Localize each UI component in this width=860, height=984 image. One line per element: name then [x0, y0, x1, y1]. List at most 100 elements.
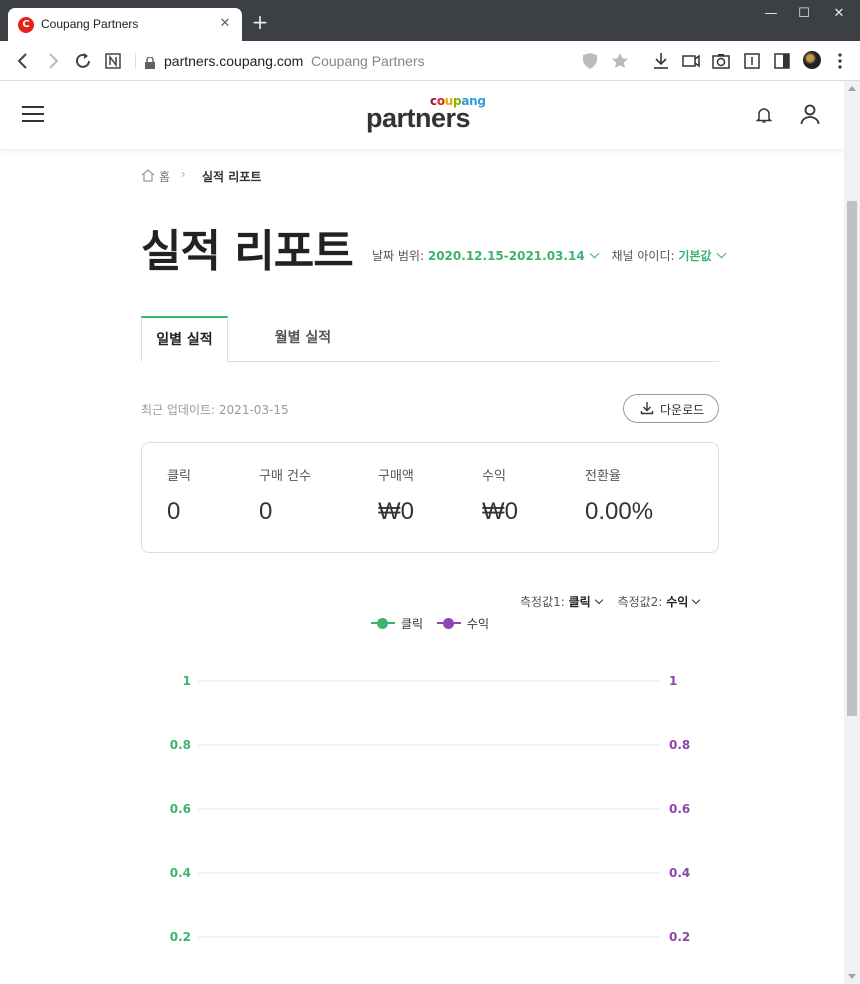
forward-icon[interactable] [42, 50, 64, 72]
legend-label: 수익 [466, 617, 490, 631]
chart-legend: 클릭 수익 [371, 615, 499, 632]
download-button[interactable]: 다운로드 [623, 394, 719, 423]
address-bar-url[interactable]: partners.coupang.com [164, 53, 303, 69]
y-right-tick-label: 0.4 [669, 866, 690, 880]
legend-dot [442, 618, 454, 629]
y-right-tick-label: 0.2 [669, 930, 690, 944]
camera-icon[interactable] [710, 50, 732, 72]
tab-monthly[interactable]: 월별 실적 [258, 316, 348, 362]
stat-value: 0 [167, 498, 181, 525]
metric1-select[interactable]: 측정값1: 클릭 [520, 595, 608, 609]
legend-dot [377, 618, 388, 629]
date-range-label: 날짜 범위: [372, 249, 425, 263]
omnibox-separator [135, 53, 136, 69]
stat-value: ₩0 [482, 498, 518, 525]
y-right-tick-label: 0.8 [669, 738, 690, 752]
site-header: coupang partners [0, 81, 844, 149]
scroll-up-icon[interactable] [848, 86, 856, 91]
home-icon[interactable] [141, 169, 155, 182]
performance-chart: 1 1 0.8 0.8 0.6 0.6 0.4 0.4 0.2 0.2 [170, 674, 691, 944]
legend-item-clicks[interactable]: 클릭 [371, 615, 423, 632]
report-filters: 날짜 범위: 2020.12.15-2021.03.14 채널 아이디: 기본값 [372, 247, 729, 264]
stat-label: 수익 [482, 469, 506, 484]
stat-value: ₩0 [378, 498, 414, 525]
coupang-partners-logo[interactable]: coupang partners [366, 93, 486, 133]
shield-icon[interactable] [579, 50, 601, 72]
legend-item-revenue[interactable]: 수익 [436, 615, 490, 632]
y-left-tick-label: 0.2 [170, 930, 191, 944]
browser-tab-title: Coupang Partners [41, 17, 139, 31]
y-left-tick-label: 1 [183, 674, 191, 688]
metric2-chevron-icon [692, 595, 701, 605]
legend-label: 클릭 [401, 617, 424, 631]
channel-value: 기본값 [678, 249, 712, 263]
profile-avatar[interactable] [803, 51, 821, 69]
stat-label: 구매액 [378, 469, 414, 484]
page-title: 실적 리포트 [141, 226, 354, 277]
address-bar-page-title: Coupang Partners [311, 53, 425, 69]
stat-label: 클릭 [167, 469, 191, 484]
y-right-tick-label: 1 [669, 674, 677, 688]
browser-tab[interactable]: C Coupang Partners ✕ [8, 8, 242, 41]
metric1-label: 측정값1: [520, 595, 565, 609]
metric1-value: 클릭 [568, 595, 591, 609]
hamburger-menu-icon[interactable] [22, 106, 44, 122]
reader-mode-icon[interactable] [741, 50, 763, 72]
stat-label: 전환율 [585, 469, 621, 484]
scroll-down-icon[interactable] [848, 974, 856, 979]
channel-label: 채널 아이디: [611, 249, 675, 263]
download-label: 다운로드 [660, 403, 705, 417]
date-range-value: 2020.12.15-2021.03.14 [427, 249, 585, 263]
coupang-favicon-icon: C [18, 17, 34, 33]
lock-icon[interactable] [145, 54, 155, 69]
stat-purchase-amount: 구매액 ₩0 [378, 465, 414, 526]
naver-icon[interactable] [102, 50, 124, 72]
stat-clicks: 클릭 0 [167, 465, 191, 526]
user-account-icon[interactable] [799, 103, 821, 125]
maximize-icon[interactable]: ☐ [789, 4, 819, 24]
metric2-value: 수익 [666, 595, 689, 609]
stat-conversion-rate: 전환율 0.00% [585, 465, 653, 526]
stat-purchase-count: 구매 건수 0 [259, 465, 311, 526]
back-icon[interactable] [12, 50, 34, 72]
menu-kebab-icon[interactable] [829, 50, 851, 72]
stat-value: 0 [259, 498, 273, 525]
channel-selector[interactable]: 채널 아이디: 기본값 [611, 248, 729, 263]
close-tab-icon[interactable]: ✕ [216, 15, 234, 33]
sidebar-icon[interactable] [771, 50, 793, 72]
channel-chevron-icon [716, 248, 726, 259]
bookmark-star-icon[interactable] [609, 50, 631, 72]
date-range-selector[interactable]: 날짜 범위: 2020.12.15-2021.03.14 [372, 248, 606, 263]
stat-revenue: 수익 ₩0 [482, 465, 518, 526]
breadcrumb-chevron-icon: › [181, 167, 186, 181]
reload-icon[interactable] [72, 50, 94, 72]
browser-tabbar: C Coupang Partners ✕ + — ☐ ✕ [0, 0, 860, 41]
download-icon[interactable] [650, 50, 672, 72]
y-right-tick-label: 0.6 [669, 802, 690, 816]
breadcrumb-home[interactable]: 홈 [159, 168, 170, 185]
tab-daily[interactable]: 일별 실적 [141, 316, 228, 362]
report-tabs: 일별 실적 월별 실적 [141, 316, 719, 362]
page-scrollbar[interactable] [844, 81, 860, 984]
video-icon[interactable] [680, 50, 702, 72]
new-tab-icon[interactable]: + [250, 12, 270, 32]
notification-bell-icon[interactable] [754, 105, 774, 125]
y-left-tick-label: 0.8 [170, 738, 191, 752]
minimize-icon[interactable]: — [756, 4, 786, 24]
y-left-tick-label: 0.4 [170, 866, 191, 880]
metric2-select[interactable]: 측정값2: 수익 [618, 595, 702, 609]
metric-selectors: 측정값1: 클릭 측정값2: 수익 [520, 593, 701, 610]
page-viewport: coupang partners 홈 › 실적 리포트 실적 리포트 날짜 범위… [0, 81, 860, 984]
metric1-chevron-icon [594, 595, 603, 605]
stats-summary-card: 클릭 0 구매 건수 0 구매액 ₩0 수익 ₩0 전환율 0.00% [141, 442, 719, 553]
breadcrumb-current: 실적 리포트 [202, 170, 262, 184]
window-close-icon[interactable]: ✕ [824, 4, 854, 24]
stat-value: 0.00% [585, 498, 654, 525]
y-left-tick-label: 0.6 [170, 802, 191, 816]
stat-label: 구매 건수 [259, 469, 311, 484]
scroll-thumb[interactable] [847, 201, 857, 716]
download-icon [640, 401, 654, 415]
browser-toolbar: partners.coupang.com Coupang Partners [0, 41, 860, 81]
logo-partners-text: partners [366, 103, 471, 133]
date-range-chevron-icon [589, 248, 600, 259]
